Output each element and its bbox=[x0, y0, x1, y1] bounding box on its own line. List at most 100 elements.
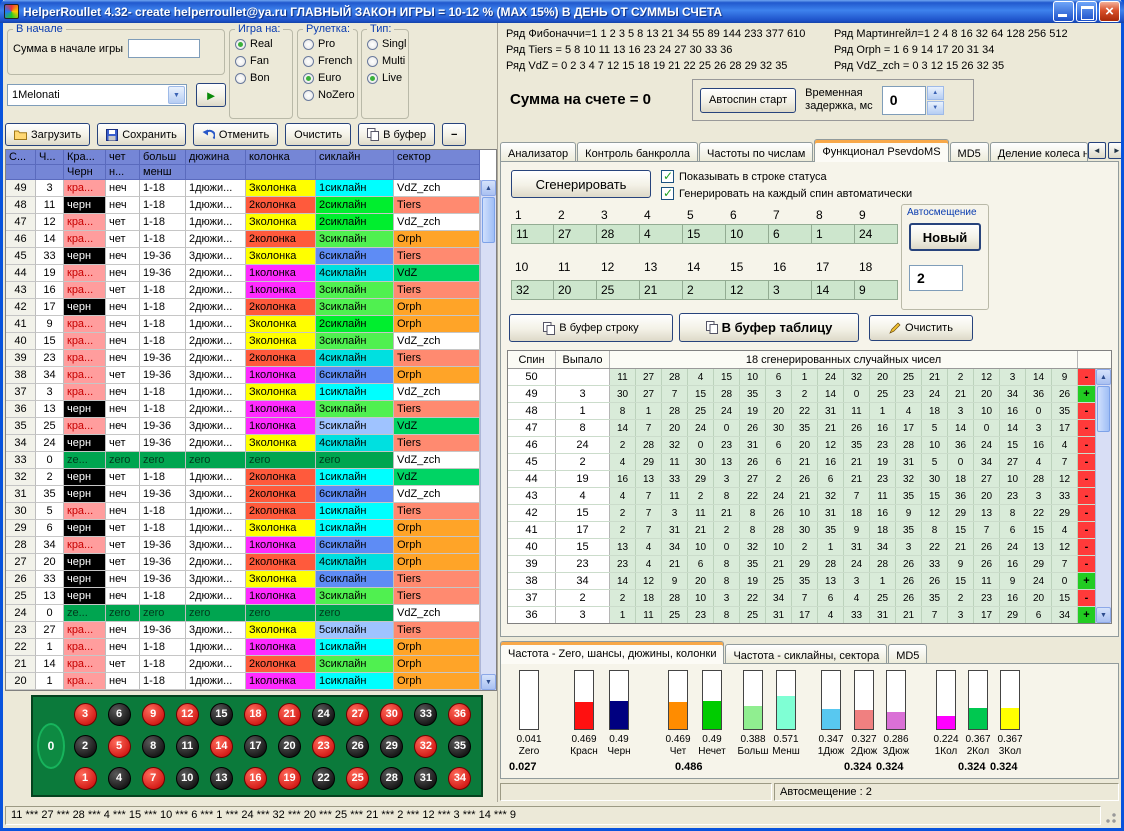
scroll-up-icon[interactable]: ▲ bbox=[481, 180, 496, 196]
history-row[interactable]: 2513черннеч1-182дюжи...1колонка3сиклайнT… bbox=[6, 588, 496, 605]
generated-row[interactable]: 50112728415106124322025212123149- bbox=[508, 369, 1111, 386]
generated-table-scrollbar[interactable]: ▲▼ bbox=[1095, 369, 1111, 623]
roulette-number-32[interactable]: 32 bbox=[414, 735, 437, 758]
roulette-number-10[interactable]: 10 bbox=[176, 767, 199, 790]
grid-value-cell[interactable]: 2 bbox=[683, 280, 726, 300]
generated-row[interactable]: 434471128222421327113515362023333- bbox=[508, 488, 1111, 505]
roulette-number-21[interactable]: 21 bbox=[278, 703, 301, 726]
scroll-down-icon[interactable]: ▼ bbox=[1096, 607, 1111, 623]
spinner-down-button[interactable] bbox=[927, 101, 944, 115]
generated-row[interactable]: 39232342168352129282428263392616297- bbox=[508, 556, 1111, 573]
load-button[interactable]: Загрузить bbox=[5, 123, 90, 146]
roulette-number-31[interactable]: 31 bbox=[414, 767, 437, 790]
roulette-number-6[interactable]: 6 bbox=[108, 703, 131, 726]
copy-table-to-buffer-button[interactable]: В буфер таблицу bbox=[679, 313, 859, 342]
autoshift-value-input[interactable]: 2 bbox=[909, 265, 963, 291]
tab-3[interactable]: Частоты по числам bbox=[699, 142, 813, 162]
preset-combobox[interactable]: 1Melonati bbox=[7, 84, 187, 106]
roulette-number-17[interactable]: 17 bbox=[244, 735, 267, 758]
grid-value-cell[interactable]: 32 bbox=[511, 280, 554, 300]
roulette-number-24[interactable]: 24 bbox=[312, 703, 335, 726]
new-button[interactable]: Новый bbox=[909, 223, 981, 251]
generated-row[interactable]: 462422832023316201235232810362415164- bbox=[508, 437, 1111, 454]
generate-each-spin-checkbox[interactable]: Генерировать на каждый спин автоматическ… bbox=[661, 187, 912, 200]
roulette-number-18[interactable]: 18 bbox=[244, 703, 267, 726]
history-row[interactable]: 2834кра...чет19-363дюжи...1колонка6сикла… bbox=[6, 537, 496, 554]
generated-row[interactable]: 4117273121282830359183581576154- bbox=[508, 522, 1111, 539]
roulette-number-9[interactable]: 9 bbox=[142, 703, 165, 726]
grid-value-cell[interactable]: 15 bbox=[683, 224, 726, 244]
grid-value-cell[interactable]: 21 bbox=[640, 280, 683, 300]
save-button[interactable]: Сохранить bbox=[97, 123, 186, 146]
roulette-number-4[interactable]: 4 bbox=[108, 767, 131, 790]
roulette-number-25[interactable]: 25 bbox=[346, 767, 369, 790]
roulette-number-1[interactable]: 1 bbox=[74, 767, 97, 790]
play-button[interactable] bbox=[196, 83, 226, 107]
tab-6[interactable]: Деление колеса на bbox=[990, 142, 1088, 162]
roulette-number-27[interactable]: 27 bbox=[346, 703, 369, 726]
generated-row[interactable]: 49330277152835321402523242120343626+ bbox=[508, 386, 1111, 403]
radio-option-live[interactable]: Live bbox=[362, 69, 408, 86]
copy-to-buffer-button[interactable]: В буфер bbox=[358, 123, 435, 146]
freq-tab-1[interactable]: Частота - Zero, шансы, дюжины, колонки bbox=[500, 641, 724, 664]
history-scrollbar[interactable]: ▲▼ bbox=[480, 180, 496, 690]
scroll-thumb[interactable] bbox=[482, 197, 495, 243]
show-in-status-checkbox[interactable]: Показывать в строке статуса bbox=[661, 170, 912, 183]
history-row[interactable]: 4614кра...чет1-182дюжи...2колонка3сиклай… bbox=[6, 231, 496, 248]
history-row[interactable]: 3525кра...неч19-363дюжи...1колонка5сикла… bbox=[6, 418, 496, 435]
history-row[interactable]: 330zе...zerozerozerozerozeroVdZ_zch bbox=[6, 452, 496, 469]
history-row[interactable]: 4217черннеч1-182дюжи...2колонка3сиклайнO… bbox=[6, 299, 496, 316]
collapse-button[interactable]: − bbox=[442, 123, 466, 146]
tab-2[interactable]: Контроль банкролла bbox=[577, 142, 698, 162]
history-row[interactable]: 240zе...zerozerozerozerozeroVdZ_zch bbox=[6, 605, 496, 622]
generated-row[interactable]: 4215273112182610311816912291382229- bbox=[508, 505, 1111, 522]
roulette-number-36[interactable]: 36 bbox=[448, 703, 471, 726]
clear-generated-button[interactable]: Очистить bbox=[869, 315, 973, 341]
history-row[interactable]: 201кра...неч1-181дюжи...1колонка1сиклайн… bbox=[6, 673, 496, 690]
grid-value-cell[interactable]: 12 bbox=[726, 280, 769, 300]
roulette-number-14[interactable]: 14 bbox=[210, 735, 233, 758]
roulette-number-26[interactable]: 26 bbox=[346, 735, 369, 758]
history-row[interactable]: 2633черннеч19-363дюжи...Зколонка6сиклайн… bbox=[6, 571, 496, 588]
history-row[interactable]: 4015кра...неч1-182дюжи...Зколонка3сиклай… bbox=[6, 333, 496, 350]
roulette-number-2[interactable]: 2 bbox=[74, 735, 97, 758]
grid-value-cell[interactable]: 4 bbox=[640, 224, 683, 244]
roulette-number-7[interactable]: 7 bbox=[142, 767, 165, 790]
history-row[interactable]: 493кра...неч1-181дюжи...Зколонка1сиклайн… bbox=[6, 180, 496, 197]
history-row[interactable]: 2327кра...неч19-363дюжи...Зколонка5сикла… bbox=[6, 622, 496, 639]
maximize-button[interactable] bbox=[1076, 1, 1097, 22]
grid-value-cell[interactable]: 28 bbox=[597, 224, 640, 244]
radio-option-french[interactable]: French bbox=[298, 52, 357, 69]
grid-value-cell[interactable]: 1 bbox=[812, 224, 855, 244]
roulette-number-22[interactable]: 22 bbox=[312, 767, 335, 790]
generated-row[interactable]: 4419161333293272266212332301827102812- bbox=[508, 471, 1111, 488]
spinner-up-button[interactable] bbox=[927, 86, 944, 100]
history-row[interactable]: 3424чернчет19-362дюжи...Зколонка4сиклайн… bbox=[6, 435, 496, 452]
radio-option-bon[interactable]: Bon bbox=[230, 69, 292, 86]
history-row[interactable]: 3923кра...неч19-362дюжи...2колонка4сикла… bbox=[6, 350, 496, 367]
grid-value-cell[interactable]: 3 bbox=[769, 280, 812, 300]
scroll-down-icon[interactable]: ▼ bbox=[481, 674, 496, 690]
roulette-number-34[interactable]: 34 bbox=[448, 767, 471, 790]
history-row[interactable]: 3135черннеч19-363дюжи...2колонка6сиклайн… bbox=[6, 486, 496, 503]
start-sum-input[interactable] bbox=[128, 39, 200, 58]
titlebar[interactable]: HelperRoullet 4.32- create helperroullet… bbox=[0, 0, 1124, 23]
history-row[interactable]: 4712кра...чет1-181дюжи...Зколонка2сиклай… bbox=[6, 214, 496, 231]
history-row[interactable]: 4533черннеч19-363дюжи...Зколонка6сиклайн… bbox=[6, 248, 496, 265]
generated-row[interactable]: 3834141292081925351331262615119240+ bbox=[508, 573, 1111, 590]
generated-row[interactable]: 40151343410032102131343222126241312- bbox=[508, 539, 1111, 556]
roulette-number-12[interactable]: 12 bbox=[176, 703, 199, 726]
roulette-number-13[interactable]: 13 bbox=[210, 767, 233, 790]
close-button[interactable] bbox=[1099, 1, 1120, 22]
history-row[interactable]: 4419кра...неч19-362дюжи...1колонка4сикла… bbox=[6, 265, 496, 282]
roulette-number-5[interactable]: 5 bbox=[108, 735, 131, 758]
freq-tab-3[interactable]: MD5 bbox=[888, 644, 927, 664]
history-row[interactable]: 2114кра...чет1-182дюжи...2колонка3сиклай… bbox=[6, 656, 496, 673]
grid-value-cell[interactable]: 9 bbox=[855, 280, 898, 300]
grid-value-cell[interactable]: 25 bbox=[597, 280, 640, 300]
tab-5[interactable]: MD5 bbox=[950, 142, 989, 162]
radio-option-pro[interactable]: Pro bbox=[298, 35, 357, 52]
generated-row[interactable]: 4781472024026303521261617514014317- bbox=[508, 420, 1111, 437]
roulette-number-zero[interactable]: 0 bbox=[37, 723, 65, 769]
history-row[interactable]: 3613черннеч1-182дюжи...1колонка3сиклайнT… bbox=[6, 401, 496, 418]
